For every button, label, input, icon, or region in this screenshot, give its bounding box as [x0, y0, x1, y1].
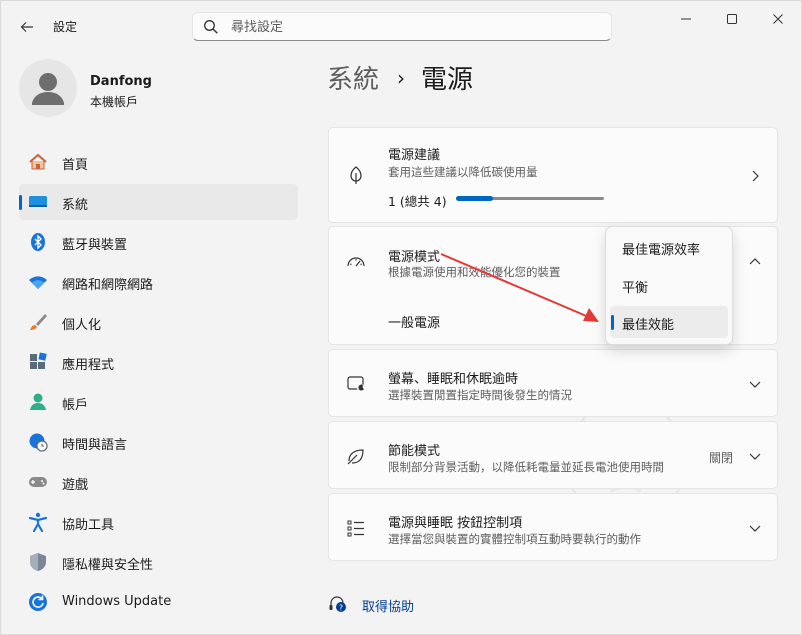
dropdown-option[interactable]: 最佳電源效率 — [610, 231, 728, 263]
account-icon — [28, 392, 48, 412]
card-desc: 限制部分背景活動，以降低耗電量並延長電池使用時間 — [388, 460, 664, 474]
power-mode-label: 一般電源 — [388, 316, 441, 331]
energy-saver-card[interactable]: 節能模式 限制部分背景活動，以降低耗電量並延長電池使用時間 關閉 — [328, 421, 778, 489]
sidebar-item-bluetooth[interactable]: 藍牙與裝置 — [19, 224, 298, 260]
shield-icon — [28, 552, 48, 572]
breadcrumb-separator-icon: › — [397, 65, 406, 90]
power-recommendations-card[interactable]: 電源建議 套用這些建議以降低碳使用量 1 (總共 4) — [328, 127, 778, 223]
energy-saver-leaf-icon — [345, 445, 367, 467]
chevron-down-icon — [747, 376, 763, 392]
dropdown-option[interactable]: 平衡 — [610, 269, 728, 301]
card-desc: 選擇當您與裝置的實體控制項互動時要執行的動作 — [388, 532, 641, 546]
breadcrumb: 系統 › 電源 — [327, 59, 473, 96]
brush-icon — [28, 312, 48, 332]
progress-text: 1 (總共 4) — [388, 194, 447, 209]
sidebar-item-label: 遊戲 — [62, 478, 89, 493]
sidebar-item-label: 時間與語言 — [62, 438, 128, 453]
screen-sleep-icon — [345, 373, 367, 395]
close-button[interactable] — [755, 5, 801, 33]
sidebar-item-label: 隱私權與安全性 — [62, 558, 154, 573]
sidebar-item-apps[interactable]: 應用程式 — [19, 344, 298, 380]
gamepad-icon — [28, 472, 48, 492]
sidebar-item-label: 首頁 — [62, 158, 89, 173]
app-title: 設定 — [53, 20, 78, 34]
sidebar-item-label: 個人化 — [62, 318, 102, 333]
chevron-right-icon — [747, 168, 763, 184]
close-icon — [773, 14, 783, 24]
update-icon — [28, 592, 48, 612]
sidebar-item-gaming[interactable]: 遊戲 — [19, 464, 298, 500]
clock-globe-icon — [28, 432, 48, 452]
sidebar-item-home[interactable]: 首頁 — [19, 144, 298, 180]
search-icon — [204, 20, 218, 34]
accessibility-icon — [28, 512, 48, 532]
page-title: 電源 — [421, 65, 474, 95]
home-icon — [28, 152, 48, 172]
list-controls-icon — [345, 517, 367, 539]
dropdown-option-selected[interactable]: 最佳效能 — [610, 306, 728, 338]
card-title: 節能模式 — [388, 444, 441, 459]
card-desc: 選擇裝置閒置指定時間後發生的情況 — [388, 388, 572, 402]
sidebar-item-windows-update[interactable]: Windows Update — [19, 584, 298, 620]
card-title: 電源與睡眠 按鈕控制項 — [388, 516, 523, 531]
power-mode-dropdown[interactable]: 最佳電源效率 平衡 最佳效能 — [605, 226, 733, 345]
settings-window: 設定 Danfong 本機帳戶 首頁 系統 藍牙與裝置 — [0, 0, 802, 635]
system-icon — [28, 192, 48, 212]
leaf-icon — [345, 164, 367, 186]
sidebar-item-network[interactable]: 網路和網際網路 — [19, 264, 298, 300]
search-box[interactable] — [192, 12, 612, 41]
chevron-up-icon[interactable] — [747, 254, 763, 270]
sidebar-item-time-language[interactable]: 時間與語言 — [19, 424, 298, 460]
avatar[interactable] — [19, 59, 77, 117]
card-title: 螢幕、睡眠和休眠逾時 — [388, 372, 519, 387]
sidebar-item-label: 藍牙與裝置 — [62, 238, 128, 253]
sidebar-item-label: 網路和網際網路 — [62, 278, 154, 293]
minimize-button[interactable] — [663, 5, 709, 33]
sidebar-item-privacy[interactable]: 隱私權與安全性 — [19, 544, 298, 580]
search-input[interactable] — [231, 16, 601, 38]
back-arrow-icon — [20, 22, 33, 32]
sidebar-item-system[interactable]: 系統 — [19, 184, 298, 220]
card-title: 電源模式 — [388, 250, 441, 265]
minimize-icon — [681, 18, 691, 20]
maximize-button[interactable] — [709, 5, 755, 33]
sidebar-item-label: 應用程式 — [62, 358, 115, 373]
card-title: 電源建議 — [388, 148, 441, 163]
back-button[interactable] — [13, 13, 41, 41]
sidebar-nav: 首頁 系統 藍牙與裝置 網路和網際網路 個人化 應用程式 帳戶 時間與語言 遊戲… — [19, 144, 298, 624]
sidebar-item-label: Windows Update — [62, 594, 172, 609]
wifi-icon — [28, 272, 48, 292]
chevron-down-icon — [747, 448, 763, 464]
sidebar-item-label: 協助工具 — [62, 518, 115, 533]
sidebar-item-label: 帳戶 — [62, 398, 89, 413]
sidebar-item-accessibility[interactable]: 協助工具 — [19, 504, 298, 540]
progress-bar — [456, 196, 604, 201]
get-help-link[interactable]: ? 取得協助 — [328, 594, 414, 615]
sidebar-item-personalization[interactable]: 個人化 — [19, 304, 298, 340]
sidebar-item-accounts[interactable]: 帳戶 — [19, 384, 298, 420]
progress-fill — [456, 196, 493, 201]
person-icon — [32, 73, 64, 105]
bluetooth-icon — [28, 232, 48, 252]
breadcrumb-parent[interactable]: 系統 — [327, 59, 379, 96]
apps-icon — [28, 352, 48, 372]
profile-account-type: 本機帳戶 — [90, 95, 139, 109]
chevron-down-icon — [747, 520, 763, 536]
speedometer-icon — [345, 251, 367, 273]
sidebar-item-label: 系統 — [62, 198, 89, 213]
energy-saver-state: 關閉 — [708, 451, 733, 465]
get-help-label: 取得協助 — [362, 600, 415, 615]
card-desc: 根據電源使用和效能優化您的裝置 — [388, 265, 561, 279]
power-buttons-card[interactable]: 電源與睡眠 按鈕控制項 選擇當您與裝置的實體控制項互動時要執行的動作 — [328, 493, 778, 561]
screen-sleep-card[interactable]: 螢幕、睡眠和休眠逾時 選擇裝置閒置指定時間後發生的情況 — [328, 349, 778, 417]
svg-text:?: ? — [339, 604, 343, 613]
card-desc: 套用這些建議以降低碳使用量 — [388, 165, 538, 179]
title-bar: 設定 — [1, 1, 802, 49]
profile-name: Danfong — [90, 74, 152, 89]
help-icon: ? — [329, 596, 346, 613]
maximize-icon — [727, 14, 737, 24]
